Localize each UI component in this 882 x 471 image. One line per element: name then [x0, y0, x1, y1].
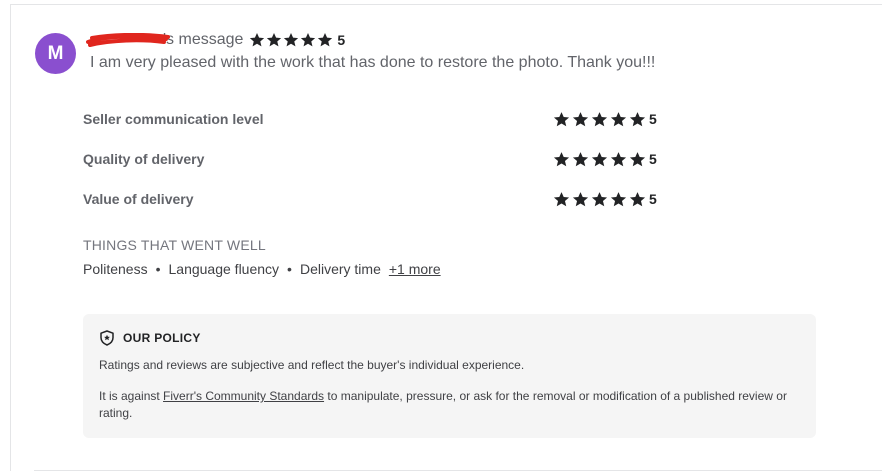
shield-star-icon — [100, 330, 114, 346]
username[interactable]: 's message — [86, 31, 244, 49]
sub-rating-communication: Seller communication level 5 — [83, 107, 663, 131]
star-icon — [610, 151, 627, 166]
star-icon — [553, 191, 570, 206]
star-icon — [629, 111, 646, 126]
star-icon — [610, 191, 627, 206]
community-standards-link[interactable]: Fiverr's Community Standards — [163, 389, 324, 403]
tag: Language fluency — [168, 261, 280, 277]
policy-text: It is against Fiverr's Community Standar… — [99, 388, 799, 422]
more-tags-link[interactable]: +1 more — [389, 261, 441, 277]
star-icon — [250, 33, 265, 47]
sub-rating-stars: 5 — [553, 111, 657, 128]
star-icon — [610, 111, 627, 126]
star-icon — [591, 191, 608, 206]
star-icon — [572, 151, 589, 166]
tag-separator: • — [155, 261, 161, 277]
policy-title: OUR POLICY — [123, 331, 201, 345]
star-icon — [301, 33, 316, 47]
sub-rating-label: Quality of delivery — [83, 151, 205, 167]
sub-rating-label: Seller communication level — [83, 111, 264, 127]
avatar[interactable]: M — [35, 33, 76, 74]
star-icon — [553, 111, 570, 126]
sub-rating-label: Value of delivery — [83, 191, 194, 207]
username-suffix: 's message — [163, 31, 244, 48]
star-icon — [629, 191, 646, 206]
sub-rating-value-of-delivery: Value of delivery 5 — [83, 187, 663, 211]
redaction-scribble — [86, 33, 170, 47]
star-icon — [572, 111, 589, 126]
tag: Delivery time — [299, 261, 381, 277]
sub-rating-value: 5 — [649, 191, 657, 207]
sub-rating-stars: 5 — [553, 191, 657, 208]
went-well-tags: Politeness • Language fluency • Delivery… — [83, 261, 441, 277]
overall-rating: 5 — [249, 32, 345, 48]
star-icon — [591, 151, 608, 166]
policy-text-prefix: It is against — [99, 389, 164, 403]
review-header: 's message 5 — [86, 29, 345, 51]
star-icon — [267, 33, 282, 47]
policy-box: OUR POLICY Ratings and reviews are subje… — [83, 314, 816, 438]
sub-rating-value: 5 — [649, 111, 657, 127]
policy-text: Ratings and reviews are subjective and r… — [99, 358, 525, 372]
sub-rating-stars: 5 — [553, 151, 657, 168]
tag-separator: • — [287, 261, 292, 277]
star-icon — [629, 151, 646, 166]
tag: Politeness — [83, 261, 148, 277]
sub-rating-quality: Quality of delivery 5 — [83, 147, 663, 171]
review-comment: I am very pleased with the work that has… — [90, 54, 656, 71]
rating-value: 5 — [337, 32, 346, 48]
star-icon — [572, 191, 589, 206]
sub-rating-value: 5 — [649, 151, 657, 167]
star-icon — [553, 151, 570, 166]
star-icon — [318, 33, 333, 47]
star-icon — [284, 33, 299, 47]
star-icon — [591, 111, 608, 126]
policy-header: OUR POLICY — [99, 330, 201, 346]
went-well-title: THINGS THAT WENT WELL — [83, 237, 266, 253]
